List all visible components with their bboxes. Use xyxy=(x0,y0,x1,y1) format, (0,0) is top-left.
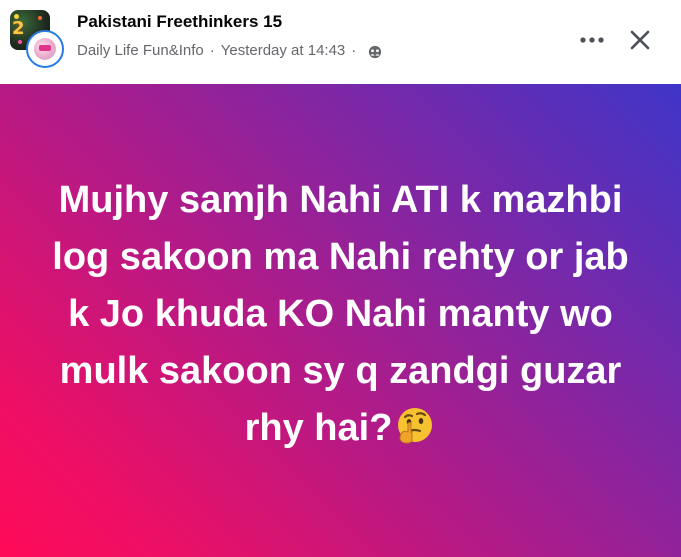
post-timestamp[interactable]: Yesterday at 14:43 xyxy=(221,42,346,59)
post-text: Mujhy samjh Nahi ATI k mazhbi log sakoon… xyxy=(52,179,629,449)
group-avatar-text: 2 xyxy=(12,18,25,39)
meta-separator: · xyxy=(209,42,215,59)
author-name-link[interactable]: Daily Life Fun&Info xyxy=(77,42,204,59)
group-name-link[interactable]: Pakistani Freethinkers 15 xyxy=(77,12,282,32)
meta-separator: · xyxy=(351,42,357,59)
group-audience-icon[interactable] xyxy=(368,45,382,59)
close-button[interactable] xyxy=(620,20,660,60)
more-options-button[interactable] xyxy=(572,22,612,58)
post-meta: Daily Life Fun&Info · Yesterday at 14:43… xyxy=(77,42,382,59)
post-background-card: Mujhy samjh Nahi ATI k mazhbi log sakoon… xyxy=(0,84,681,557)
author-avatar[interactable] xyxy=(26,30,64,68)
more-horizontal-icon xyxy=(580,37,604,43)
post-header: 2 Pakistani Freethinkers 15 Daily Life F… xyxy=(0,0,681,84)
close-icon xyxy=(630,30,650,50)
post-text-body: Mujhy samjh Nahi ATI k mazhbi log sakoon… xyxy=(41,172,641,457)
thinking-face-icon xyxy=(398,408,433,444)
